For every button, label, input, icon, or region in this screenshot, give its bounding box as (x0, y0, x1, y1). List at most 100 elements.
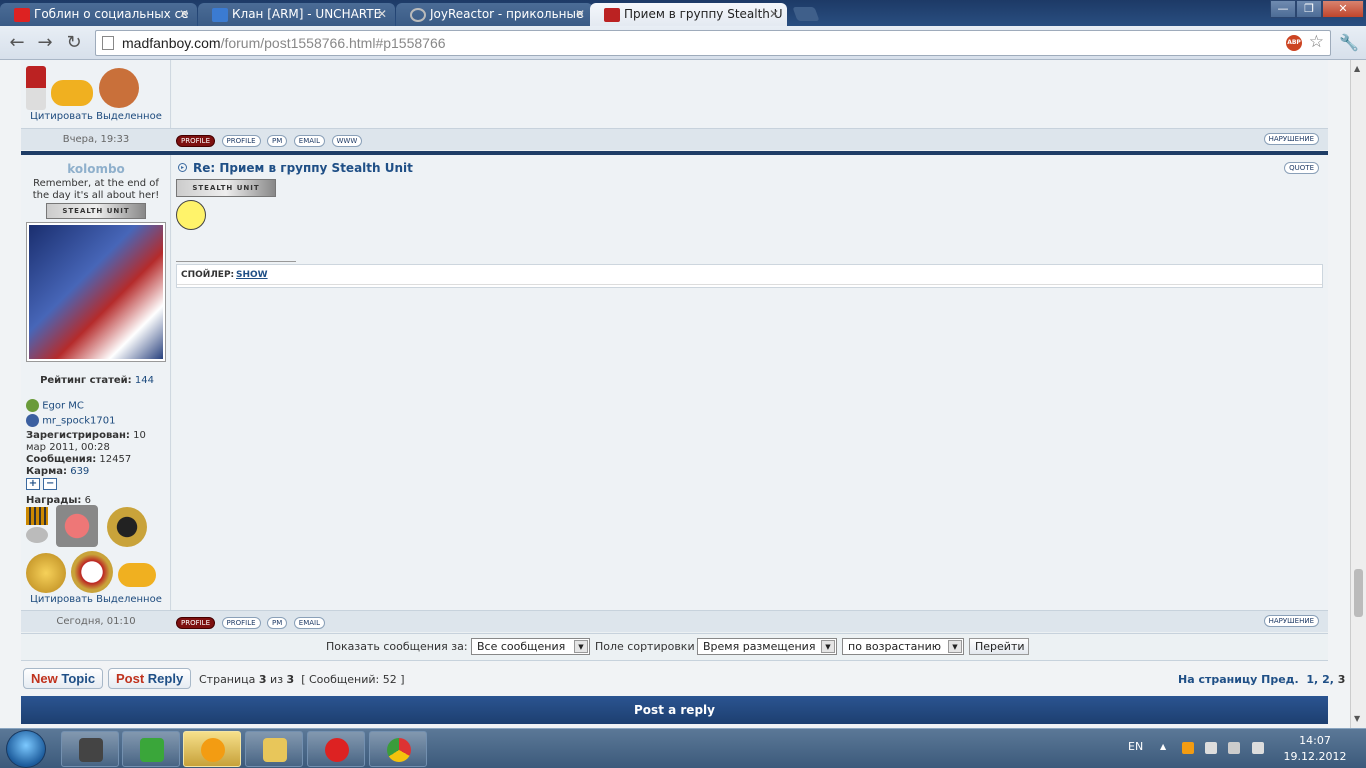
author-name[interactable]: kolombo (21, 162, 171, 176)
profile-button[interactable]: PROFILE (176, 135, 216, 147)
scroll-down-icon[interactable]: ▼ (1354, 714, 1360, 723)
network-icon[interactable] (1228, 742, 1240, 754)
show-select[interactable]: Все сообщения ▼ (471, 638, 590, 655)
go-button[interactable]: Перейти (969, 638, 1029, 655)
close-icon[interactable]: ✕ (575, 7, 585, 21)
scrollbar[interactable]: ▲ ▼ (1350, 60, 1366, 728)
registered-label: Зарегистрирован: (26, 430, 130, 441)
new-topic-button[interactable]: New Topic (23, 668, 104, 689)
report-button[interactable]: НАРУШЕНИЕ (1263, 615, 1319, 627)
clock[interactable]: 14:07 19.12.2012 (1280, 733, 1350, 765)
order-select-value: по возрастанию (848, 640, 942, 653)
page-link-2[interactable]: 2 (1322, 673, 1330, 686)
browser-toolbar: ← → ↻ madfanboy.com/forum/post1558766.ht… (0, 26, 1366, 60)
medal-icon (26, 66, 46, 110)
email-button[interactable]: EMAIL (293, 617, 326, 629)
rating-value: 144 (134, 375, 154, 386)
page-nav-label[interactable]: На страницу Пред. (1178, 673, 1299, 686)
sort-select[interactable]: Время размещения ▼ (697, 638, 837, 655)
post-a-reply-bar[interactable]: Post a reply (21, 696, 1328, 724)
profile-button[interactable]: PROFILE (221, 617, 261, 629)
taskbar-app-utorrent[interactable] (122, 731, 180, 767)
email-button[interactable]: EMAIL (293, 135, 326, 147)
karma-minus-button[interactable]: − (43, 478, 58, 490)
browser-tab-bar: Гоблин о социальных се ✕ Клан [ARM] - UN… (0, 0, 1366, 27)
new-topic-label-2: Topic (61, 671, 96, 686)
forward-button[interactable]: → (34, 32, 56, 54)
contact-name[interactable]: Egor MC (42, 401, 84, 412)
page-link-1[interactable]: 1 (1306, 673, 1314, 686)
minimize-button[interactable]: — (1270, 0, 1296, 18)
taskbar-app-aimp[interactable] (183, 731, 241, 767)
gamepad-award-icon (118, 563, 156, 587)
spoiler-show-link[interactable]: SHOW (236, 270, 268, 280)
language-indicator[interactable]: EN (1128, 740, 1143, 753)
contact-name[interactable]: mr_spock1701 (42, 416, 115, 427)
close-icon[interactable]: ✕ (179, 7, 189, 21)
tab-stealth-unit[interactable]: Прием в группу Stealth U ✕ (590, 3, 787, 27)
system-tray: EN ▲ 14:07 19.12.2012 (1120, 729, 1366, 768)
page-current: 3 (258, 673, 267, 686)
reload-button[interactable]: ↻ (63, 32, 85, 54)
aimp-tray-icon[interactable] (1182, 742, 1194, 754)
utorrent-icon (140, 738, 164, 762)
volume-icon[interactable] (1252, 742, 1264, 754)
gamepad-award-icon (51, 80, 93, 106)
post-arrow-icon: ▸ (178, 163, 187, 172)
www-button[interactable]: WWW (331, 135, 363, 147)
maximize-button[interactable]: ❐ (1296, 0, 1322, 18)
cite-link[interactable]: Цитировать Выделенное (21, 111, 171, 122)
post-reply-button[interactable]: Post Reply (108, 668, 192, 689)
report-button[interactable]: НАРУШЕНИЕ (1263, 133, 1319, 145)
previous-post-body (172, 60, 1328, 128)
taskbar-app-chrome[interactable] (369, 731, 427, 767)
taskbar-app-stealth[interactable] (61, 731, 119, 767)
taskbar: EN ▲ 14:07 19.12.2012 (0, 728, 1366, 768)
stealth-unit-badge: STEALTH UNIT (46, 203, 146, 219)
profile-button[interactable]: PROFILE (221, 135, 261, 147)
tab-goblin[interactable]: Гоблин о социальных се ✕ (0, 3, 197, 26)
awards-line: Награды: 6 (26, 495, 168, 507)
devices-tray-icon[interactable] (1205, 742, 1217, 754)
post-reply-label-1: Post (116, 671, 145, 686)
cite-link[interactable]: Цитировать Выделенное (21, 594, 171, 605)
close-icon[interactable]: ✕ (769, 7, 779, 21)
order-select[interactable]: по возрастанию ▼ (842, 638, 964, 655)
url-text[interactable]: madfanboy.com/forum/post1558766.html#p15… (122, 35, 446, 51)
chrome-icon (387, 738, 411, 762)
pm-button[interactable]: PM (267, 617, 288, 629)
adblock-icon[interactable]: ABP (1286, 35, 1302, 51)
taskbar-app-explorer[interactable] (245, 731, 303, 767)
page-of: из (270, 673, 284, 686)
spoiler-rule (177, 284, 1322, 285)
scroll-up-icon[interactable]: ▲ (1354, 64, 1360, 73)
wrench-menu-icon[interactable]: 🔧 (1339, 33, 1359, 52)
window-close-button[interactable]: ✕ (1322, 0, 1364, 18)
taskbar-app-opera[interactable] (307, 731, 365, 767)
back-button[interactable]: ← (6, 32, 28, 54)
previous-post-footer: Вчера, 19:33 PROFILE PROFILE PM EMAIL WW… (21, 128, 1328, 150)
profile-button[interactable]: PROFILE (176, 617, 216, 629)
start-button[interactable] (6, 730, 46, 768)
site-favicon-icon (212, 8, 228, 22)
opera-icon (325, 738, 349, 762)
chevron-down-icon: ▼ (821, 640, 835, 653)
karma-plus-button[interactable]: + (26, 478, 40, 490)
page-prefix: Страница (199, 673, 256, 686)
character-award-icon (99, 68, 139, 108)
post-title[interactable]: Re: Прием в группу Stealth Unit (193, 161, 413, 175)
new-tab-button[interactable] (792, 7, 820, 21)
tab-joyreactor[interactable]: JoyReactor - прикольные ✕ (396, 3, 593, 26)
bookmark-star-icon[interactable]: ☆ (1309, 32, 1324, 52)
close-icon[interactable]: ✕ (377, 7, 387, 21)
avatar[interactable] (27, 223, 165, 361)
page-link-3: 3 (1337, 673, 1346, 686)
quote-button[interactable]: QUOTE (1284, 162, 1319, 174)
messages-count: [ Сообщений: 52 ] (301, 673, 405, 686)
scroll-thumb[interactable] (1354, 569, 1363, 617)
address-bar[interactable]: madfanboy.com/forum/post1558766.html#p15… (95, 30, 1331, 56)
tray-expand-icon[interactable]: ▲ (1160, 742, 1166, 751)
page-nav: На страницу Пред. 1, 2, 3 (1178, 673, 1346, 686)
tab-clan[interactable]: Клан [ARM] - UNCHARTE ✕ (198, 3, 395, 26)
pm-button[interactable]: PM (267, 135, 288, 147)
